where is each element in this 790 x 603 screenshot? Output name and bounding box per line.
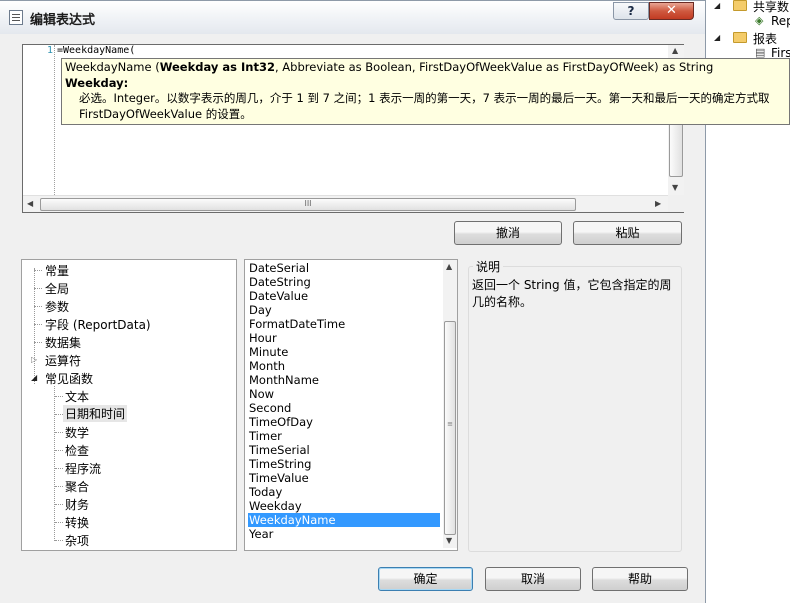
- tooltip-param-name: Weekday:: [65, 75, 129, 90]
- undo-button[interactable]: 撤消: [454, 221, 562, 245]
- ok-button[interactable]: 确定: [378, 567, 473, 591]
- function-item[interactable]: Hour: [248, 331, 440, 345]
- function-list[interactable]: ▲ ≡ ▼ DateSerial DateString DateValue Day Fo…: [244, 259, 458, 551]
- function-list-scrollbar[interactable]: ▲ ≡ ▼: [443, 260, 457, 548]
- scroll-up-icon[interactable]: ▲: [672, 46, 678, 55]
- function-item[interactable]: Day: [248, 303, 440, 317]
- line-number: 1: [47, 45, 54, 56]
- function-item[interactable]: Month: [248, 359, 440, 373]
- scroll-left-icon[interactable]: ◀: [27, 199, 33, 208]
- dialog-icon: [9, 10, 23, 25]
- tooltip-current-param: Weekday as Int32: [159, 60, 275, 74]
- description-label: 说明: [473, 258, 504, 275]
- function-item[interactable]: WeekdayName: [248, 513, 440, 527]
- function-item[interactable]: Now: [248, 387, 440, 401]
- tree-item-globals[interactable]: 全局: [45, 280, 69, 297]
- parameter-info-tooltip: WeekdayName (Weekday as Int32, Abbreviat…: [61, 58, 790, 125]
- function-item[interactable]: TimeOfDay: [248, 415, 440, 429]
- tooltip-description-line2: FirstDayOfWeekValue 的设置。: [79, 106, 252, 121]
- collapse-arrow-icon-2[interactable]: ◢: [714, 33, 720, 42]
- function-item[interactable]: TimeValue: [248, 471, 440, 485]
- expand-arrow-icon[interactable]: ▷: [31, 355, 37, 364]
- tooltip-function-name: WeekdayName (: [65, 60, 160, 74]
- scroll-down-icon[interactable]: ▼: [672, 183, 678, 192]
- tree-item-aggregate[interactable]: 聚合: [65, 478, 89, 495]
- function-item[interactable]: Timer: [248, 429, 440, 443]
- collapse-arrow-icon[interactable]: ◢: [31, 373, 37, 382]
- editor-hscroll-thumb[interactable]: III: [40, 198, 576, 211]
- tree-item-conversion[interactable]: 转换: [65, 514, 89, 531]
- expression-code[interactable]: =WeekdayName(: [57, 45, 135, 56]
- tree-item-misc[interactable]: 杂项: [65, 532, 89, 549]
- tree-item-common-functions[interactable]: 常见函数: [45, 370, 93, 387]
- help-button[interactable]: 帮助: [592, 567, 688, 591]
- tree-item-financial[interactable]: 财务: [65, 496, 89, 513]
- function-item[interactable]: Today: [248, 485, 440, 499]
- title-bar[interactable]: 编辑表达式: [0, 1, 705, 34]
- close-button[interactable]: ✕: [649, 2, 694, 20]
- folder-icon: [733, 0, 747, 11]
- function-item[interactable]: DateValue: [248, 289, 440, 303]
- function-item[interactable]: Second: [248, 401, 440, 415]
- tooltip-signature: WeekdayName (Weekday as Int32, Abbreviat…: [65, 60, 789, 76]
- tree-item-operators[interactable]: 运算符: [45, 352, 81, 369]
- tree-item-constants[interactable]: 常量: [45, 262, 69, 279]
- collapse-arrow-icon[interactable]: ◢: [714, 1, 720, 10]
- paste-button[interactable]: 粘贴: [573, 221, 682, 245]
- tooltip-description-line1: 必选。Integer。以数字表示的周几，介于 1 到 7 之间；1 表示一周的第…: [79, 91, 770, 105]
- description-text: 返回一个 String 值，它包含指定的周几的名称。: [472, 278, 672, 309]
- tree-item-date-time[interactable]: 日期和时间: [63, 405, 128, 422]
- tree-item-program-flow[interactable]: 程序流: [65, 460, 101, 477]
- tree-item-parameters[interactable]: 参数: [45, 298, 69, 315]
- tree-item-text[interactable]: 文本: [65, 388, 89, 405]
- editor-horizontal-scrollbar[interactable]: ◀ III ▶: [23, 195, 668, 212]
- function-item[interactable]: DateSerial: [248, 261, 440, 275]
- tooltip-signature-rest: , Abbreviate as Boolean, FirstDayOfWeekV…: [274, 60, 714, 74]
- tree-item-report-data[interactable]: Rep: [771, 14, 790, 28]
- scroll-right-icon[interactable]: ▶: [655, 199, 661, 208]
- function-item[interactable]: Minute: [248, 345, 440, 359]
- tree-item-inspection[interactable]: 检查: [65, 442, 89, 459]
- tree-item-reports[interactable]: 报表: [753, 30, 777, 47]
- tree-item-shared-data[interactable]: 共享数: [753, 0, 789, 15]
- tree-item-math[interactable]: 数学: [65, 424, 89, 441]
- list-scroll-down-icon[interactable]: ▼: [446, 536, 452, 545]
- cancel-button[interactable]: 取消: [485, 567, 581, 591]
- function-item[interactable]: TimeString: [248, 457, 440, 471]
- function-item[interactable]: DateString: [248, 275, 440, 289]
- tree-item-fields[interactable]: 字段 (ReportData): [45, 316, 151, 333]
- dialog-title: 编辑表达式: [30, 13, 96, 28]
- category-tree: 常量 全局 参数 字段 (ReportData) 数据集 ▷ 运算符 ◢ 常见函…: [21, 259, 237, 551]
- list-scroll-up-icon[interactable]: ▲: [446, 262, 452, 271]
- gutter-divider: [54, 45, 55, 195]
- title-help-button[interactable]: ?: [613, 2, 649, 20]
- function-list-thumb[interactable]: ≡: [444, 321, 456, 535]
- function-item[interactable]: TimeSerial: [248, 443, 440, 457]
- function-item[interactable]: Weekday: [248, 499, 440, 513]
- datasource-icon: ◈: [755, 14, 764, 27]
- tree-item-datasets[interactable]: 数据集: [45, 334, 81, 351]
- scroll-corner: [668, 195, 684, 212]
- function-item[interactable]: FormatDateTime: [248, 317, 440, 331]
- function-item[interactable]: MonthName: [248, 373, 440, 387]
- folder-icon: [733, 32, 747, 43]
- function-item[interactable]: Year: [248, 527, 440, 541]
